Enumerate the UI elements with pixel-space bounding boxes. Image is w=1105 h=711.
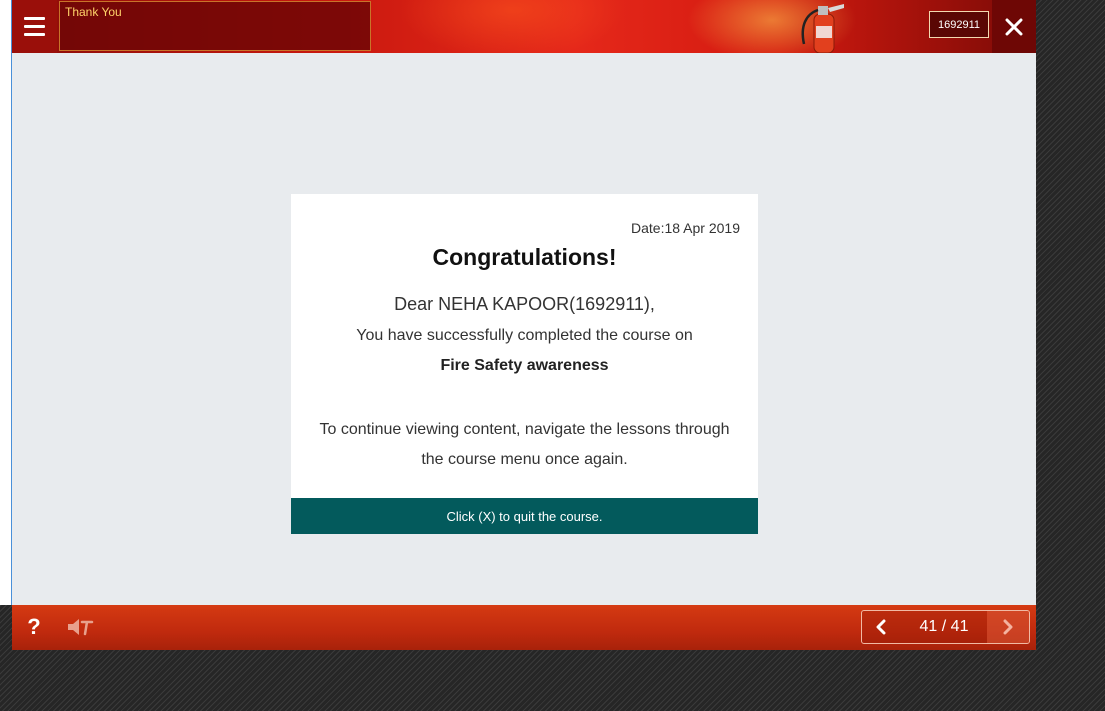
footer-bar: ? 41 / 41 — [12, 605, 1036, 650]
lesson-title-box: Thank You — [59, 1, 371, 51]
audio-muted-icon[interactable] — [66, 616, 94, 638]
course-name: Fire Safety awareness — [440, 357, 609, 374]
completed-text: You have successfully completed the cour… — [356, 327, 693, 344]
left-border-strip — [0, 0, 12, 605]
congratulations-heading: Congratulations! — [432, 244, 617, 270]
menu-button[interactable] — [12, 0, 57, 53]
chevron-left-icon — [876, 619, 886, 635]
help-button[interactable]: ? — [22, 613, 46, 641]
lesson-title: Thank You — [65, 5, 122, 19]
page-counter: 41 / 41 — [919, 618, 969, 635]
previous-page-button[interactable] — [862, 611, 900, 643]
completion-card: Date:18 Apr 2019 Congratulations! Dear N… — [291, 194, 758, 534]
quit-instruction-bar: Click (X) to quit the course. — [291, 498, 758, 534]
continue-line-2: the course menu once again. — [421, 451, 628, 468]
hamburger-menu-icon — [24, 17, 45, 20]
header-bar: Thank You 1692911 — [12, 0, 1036, 53]
continue-line-1: To continue viewing content, navigate th… — [319, 421, 730, 438]
greeting-text: Dear NEHA KAPOOR(1692911), — [394, 294, 655, 314]
close-course-button[interactable] — [992, 0, 1036, 53]
next-page-button[interactable] — [987, 611, 1029, 643]
user-id-badge: 1692911 — [929, 11, 989, 38]
continue-instructions: To continue viewing content, navigate th… — [311, 415, 738, 475]
close-icon — [1005, 18, 1023, 35]
completion-date: Date:18 Apr 2019 — [631, 220, 740, 236]
chevron-right-icon — [1003, 619, 1013, 635]
fire-extinguisher-icon — [801, 4, 844, 53]
page-navigation: 41 / 41 — [861, 610, 1030, 644]
course-player: Thank You 1692911 Date:18 Apr 2019 Congr… — [12, 0, 1036, 650]
